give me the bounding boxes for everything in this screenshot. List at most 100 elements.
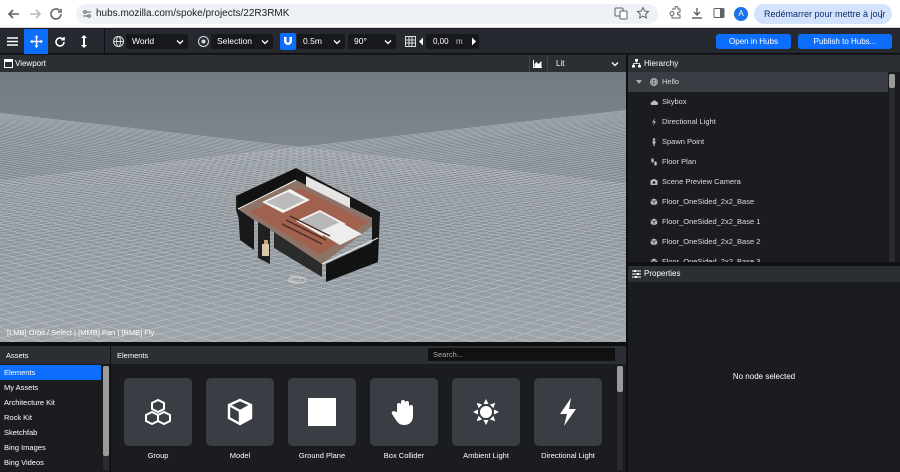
hierarchy-node[interactable]: Floor Plan — [628, 152, 888, 172]
bookmark-star-icon[interactable] — [636, 6, 650, 20]
element-card-model[interactable] — [206, 378, 274, 446]
chevron-down-icon — [333, 40, 341, 45]
hierarchy-node-label: Directional Light — [662, 117, 716, 126]
back-icon[interactable] — [6, 6, 22, 22]
menu-icon[interactable] — [0, 29, 24, 54]
pivot-target-icon — [197, 35, 210, 48]
translate-icon[interactable] — [614, 6, 628, 20]
cube-icon — [650, 198, 658, 206]
hierarchy-node-label: Hello — [662, 77, 680, 86]
snap-distance-value: 0.5m — [303, 36, 322, 46]
asset-source-item[interactable]: Elements — [0, 365, 101, 380]
element-card-ambient-light[interactable] — [452, 378, 520, 446]
hierarchy-node[interactable]: Scene Preview Camera — [628, 172, 888, 192]
scrollbar-thumb[interactable] — [617, 366, 623, 392]
hierarchy-node[interactable]: Spawn Point — [628, 132, 888, 152]
extension-icon[interactable] — [668, 6, 682, 20]
scrollbar-thumb[interactable] — [103, 366, 109, 456]
grid-decrease-icon[interactable] — [418, 37, 424, 46]
profile-avatar[interactable]: A — [734, 7, 748, 21]
asset-source-item[interactable]: My Assets — [0, 380, 101, 395]
scale-tool-icon[interactable] — [72, 29, 96, 54]
hierarchy-root-node[interactable]: Hello — [628, 72, 888, 92]
hierarchy-node[interactable]: Floor_OneSided_2x2_Base 2 — [628, 232, 888, 252]
pivot-value: Selection — [217, 36, 252, 46]
element-label: Group — [147, 451, 169, 460]
hierarchy-title: Hierarchy — [644, 59, 679, 68]
more-vert-icon[interactable]: ⋮ — [877, 4, 886, 24]
bolt-icon — [652, 118, 656, 126]
element-label: Box Collider — [383, 451, 425, 460]
element-label: Directional Light — [541, 451, 595, 460]
scrollbar-thumb[interactable] — [889, 74, 895, 88]
street-view-icon — [652, 138, 656, 146]
elements-scrollbar[interactable] — [617, 366, 623, 470]
asset-source-item[interactable]: Rock Kit — [0, 410, 101, 425]
hierarchy-node[interactable]: Floor_OneSided_2x2_Base 1 — [628, 212, 888, 232]
elements-search-input[interactable] — [428, 348, 615, 361]
snap-distance-select[interactable]: 0.5m — [297, 34, 345, 49]
pivot-select[interactable]: Selection — [211, 34, 273, 49]
snap-magnet-icon[interactable] — [280, 33, 296, 50]
chevron-down-icon — [384, 40, 392, 45]
grid-height-unit: m — [456, 37, 463, 46]
hierarchy-node-label: Floor Plan — [662, 157, 697, 166]
address-bar[interactable]: hubs.mozilla.com/spoke/projects/22R3RMK — [76, 4, 658, 24]
asset-source-item[interactable]: Architecture Kit — [0, 395, 101, 410]
element-card-group[interactable] — [124, 378, 192, 446]
element-card-directional-light[interactable] — [534, 378, 602, 446]
snap-angle-select[interactable]: 90° — [348, 34, 396, 49]
toolbar-divider — [104, 29, 105, 54]
reload-icon[interactable] — [48, 6, 64, 22]
render-mode-value: Lit — [556, 59, 565, 68]
element-label: Ground Plane — [298, 451, 346, 460]
site-settings-icon[interactable] — [82, 9, 92, 19]
rotate-tool-icon[interactable] — [48, 29, 72, 54]
properties-panel: No node selected — [628, 282, 900, 472]
elements-grid: Group Model Ground Plane Box Collider Am… — [111, 364, 626, 472]
sliders-icon — [632, 270, 641, 278]
element-card-ground-plane[interactable] — [288, 378, 356, 446]
hierarchy-tree: Hello Skybox Directional Light Spawn Point F… — [628, 72, 898, 262]
side-panel-icon[interactable] — [712, 6, 726, 20]
restart-update-button[interactable]: Redémarrer pour mettre à jour ⋮ — [754, 4, 892, 24]
url-text: hubs.mozilla.com/spoke/projects/22R3RMK — [96, 8, 290, 19]
transform-space-select[interactable]: World — [126, 34, 188, 49]
hierarchy-node[interactable]: Skybox — [628, 92, 888, 112]
browser-toolbar: hubs.mozilla.com/spoke/projects/22R3RMK … — [0, 0, 900, 28]
chevron-down-icon — [611, 62, 619, 67]
grid-increase-icon[interactable] — [471, 37, 477, 46]
viewport-canvas[interactable] — [0, 72, 626, 342]
cloud-icon — [650, 100, 658, 105]
render-mode-select[interactable]: Lit — [547, 56, 625, 71]
hierarchy-scrollbar[interactable] — [889, 74, 895, 262]
properties-header: Properties — [628, 266, 900, 282]
hierarchy-node[interactable]: Floor_OneSided_2x2_Base 3 — [628, 252, 888, 262]
translate-tool-icon[interactable] — [24, 29, 48, 54]
chart-area-icon[interactable] — [529, 55, 545, 72]
sitemap-icon — [632, 59, 641, 68]
asset-source-item[interactable]: Bing Images — [0, 440, 101, 455]
open-in-hubs-button[interactable]: Open in Hubs — [716, 34, 791, 49]
cube-icon — [227, 398, 253, 426]
empty-properties-message: No node selected — [732, 372, 796, 381]
asset-source-item[interactable]: Sketchfab — [0, 425, 101, 440]
globe-icon — [650, 78, 658, 86]
restart-label: Redémarrer pour mettre à jour — [764, 9, 886, 19]
publish-button[interactable]: Publish to Hubs... — [798, 34, 892, 49]
grid-height-value: 0,00 — [433, 37, 449, 46]
hierarchy-node[interactable]: Floor_OneSided_2x2_Base — [628, 192, 888, 212]
globe-icon — [112, 35, 125, 48]
asset-source-item[interactable]: Bing Videos — [0, 455, 101, 470]
caret-down-icon[interactable] — [636, 79, 642, 85]
element-card-box-collider[interactable] — [370, 378, 438, 446]
assets-scrollbar[interactable] — [103, 366, 109, 470]
element-label: Ambient Light — [463, 451, 509, 460]
snap-angle-value: 90° — [354, 36, 367, 46]
download-icon[interactable] — [690, 6, 704, 20]
shoe-prints-icon — [651, 158, 657, 166]
forward-icon[interactable] — [27, 6, 43, 22]
viewport-header: Viewport Lit — [0, 55, 626, 72]
square-icon — [308, 398, 336, 426]
hierarchy-node[interactable]: Directional Light — [628, 112, 888, 132]
